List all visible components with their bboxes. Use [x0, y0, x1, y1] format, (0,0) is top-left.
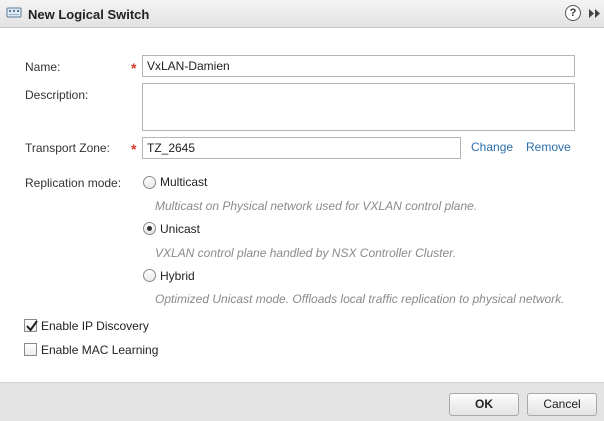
enable-ip-discovery-checkbox[interactable]	[24, 319, 38, 332]
name-required-marker: *	[131, 60, 137, 76]
enable-ip-discovery-label[interactable]: Enable IP Discovery	[41, 319, 149, 333]
dialog-titlebar: New Logical Switch ?	[0, 0, 604, 28]
name-label: Name:	[25, 60, 61, 74]
multicast-description: Multicast on Physical network used for V…	[155, 199, 478, 213]
ok-button[interactable]: OK	[449, 393, 519, 416]
help-icon[interactable]: ?	[565, 5, 581, 21]
dialog-title: New Logical Switch	[28, 7, 150, 22]
transport-zone-input[interactable]	[142, 137, 461, 159]
remove-link[interactable]: Remove	[526, 140, 571, 154]
transport-zone-label: Transport Zone:	[25, 141, 110, 155]
logical-switch-icon	[6, 7, 22, 18]
unicast-radio-label[interactable]: Unicast	[160, 222, 200, 236]
enable-mac-learning-label[interactable]: Enable MAC Learning	[41, 343, 158, 357]
expand-icon[interactable]	[588, 8, 602, 19]
replication-mode-label: Replication mode:	[25, 176, 122, 190]
enable-mac-learning-checkbox[interactable]	[24, 343, 37, 356]
checkmark-icon	[26, 320, 38, 332]
description-label: Description:	[25, 88, 89, 102]
dialog-footer: OK Cancel	[0, 382, 604, 421]
hybrid-radio[interactable]	[143, 269, 156, 282]
transport-zone-required-marker: *	[131, 141, 137, 157]
unicast-description: VXLAN control plane handled by NSX Contr…	[155, 246, 457, 260]
multicast-radio-label[interactable]: Multicast	[160, 175, 207, 189]
change-link[interactable]: Change	[471, 140, 513, 154]
unicast-radio[interactable]	[143, 222, 156, 235]
name-input[interactable]	[142, 55, 575, 77]
cancel-button[interactable]: Cancel	[527, 393, 597, 416]
hybrid-radio-label[interactable]: Hybrid	[160, 269, 195, 283]
multicast-radio[interactable]	[143, 176, 156, 189]
description-textarea[interactable]	[142, 83, 575, 131]
hybrid-description: Optimized Unicast mode. Offloads local t…	[155, 292, 565, 306]
